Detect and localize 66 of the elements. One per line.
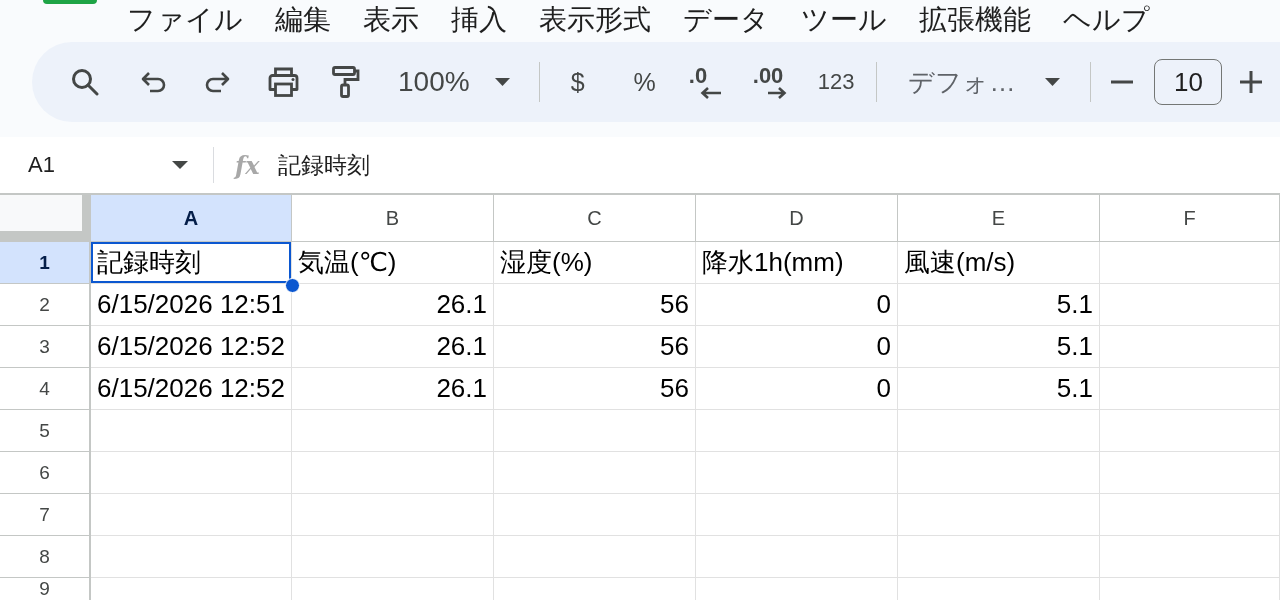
menu-item[interactable]: 表示形式	[539, 2, 651, 38]
table-cell: 風速(m/s)	[898, 242, 1100, 284]
column-header[interactable]: F	[1100, 195, 1280, 242]
menu-item[interactable]: 表示	[363, 2, 419, 38]
table-cell: 26.1	[292, 284, 494, 326]
table-cell: 6/15/2026 12:52	[91, 326, 292, 368]
menu-item[interactable]: ファイル	[127, 2, 243, 38]
menu-item[interactable]: 挿入	[451, 2, 507, 38]
column-header[interactable]: D	[696, 195, 898, 242]
currency-button[interactable]: $	[562, 62, 593, 102]
name-box[interactable]: A1	[14, 145, 200, 185]
font-size-field[interactable]: 10	[1154, 59, 1223, 105]
table-cell: 5.1	[898, 326, 1100, 368]
formula-field[interactable]: 記録時刻	[277, 149, 1280, 181]
menu-item[interactable]: 拡張機能	[919, 2, 1031, 38]
percent-button[interactable]: %	[625, 62, 664, 102]
row-header[interactable]: 7	[0, 494, 91, 536]
table-cell: 6/15/2026 12:51	[91, 284, 292, 326]
row-header[interactable]: 1	[0, 242, 91, 284]
print-icon[interactable]	[267, 67, 300, 97]
table-cell: 56	[494, 326, 696, 368]
font-dropdown[interactable]: デフォ…	[900, 60, 1069, 104]
table-cell: 0	[696, 326, 898, 368]
table-cell: 6/15/2026 12:52	[91, 368, 292, 410]
table-cell: 0	[696, 368, 898, 410]
row-header[interactable]: 5	[0, 410, 91, 452]
column-header[interactable]: B	[292, 195, 494, 242]
menu-item[interactable]: 編集	[275, 2, 331, 38]
table-cell: 5.1	[898, 284, 1100, 326]
arrow-right-icon	[766, 86, 787, 99]
paint-roller-icon[interactable]	[332, 66, 360, 98]
arrow-left-icon	[699, 86, 722, 99]
increase-decimal-button[interactable]: .00	[748, 62, 789, 102]
selected-cell: 記録時刻	[91, 242, 292, 284]
search-icon[interactable]	[71, 68, 99, 96]
table-cell: 26.1	[292, 326, 494, 368]
row-header[interactable]: 6	[0, 452, 91, 494]
undo-icon[interactable]	[140, 71, 168, 93]
row-header[interactable]: 2	[0, 284, 91, 326]
menu-item[interactable]: ツール	[801, 2, 887, 38]
redo-icon[interactable]	[203, 71, 231, 93]
table-cell: 56	[494, 284, 696, 326]
row-header[interactable]: 3	[0, 326, 91, 368]
caret-icon	[172, 161, 188, 169]
fx-label: fx	[235, 150, 260, 180]
column-header[interactable]: E	[898, 195, 1100, 242]
table-cell: 降水1h(mm)	[696, 242, 898, 284]
plus-icon[interactable]	[1240, 71, 1263, 93]
table-cell: 0	[696, 284, 898, 326]
table-cell: 56	[494, 368, 696, 410]
menu-item[interactable]: データ	[683, 2, 769, 38]
caret-icon	[1045, 78, 1061, 86]
row-header[interactable]: 4	[0, 368, 91, 410]
caret-icon	[494, 78, 510, 86]
row-header[interactable]: 8	[0, 536, 91, 578]
minus-icon[interactable]	[1111, 80, 1134, 84]
table-cell: 湿度(%)	[494, 242, 696, 284]
table-cell: 26.1	[292, 368, 494, 410]
menu-item[interactable]: ヘルプ	[1063, 2, 1150, 38]
decrease-decimal-button[interactable]: .0	[684, 62, 725, 102]
fill-handle[interactable]	[285, 278, 300, 293]
zoom-dropdown[interactable]: 100%	[390, 60, 518, 104]
column-header[interactable]: A	[91, 195, 292, 242]
table-cell: 5.1	[898, 368, 1100, 410]
number-format-button[interactable]: 123	[811, 62, 861, 102]
column-header[interactable]: C	[494, 195, 696, 242]
